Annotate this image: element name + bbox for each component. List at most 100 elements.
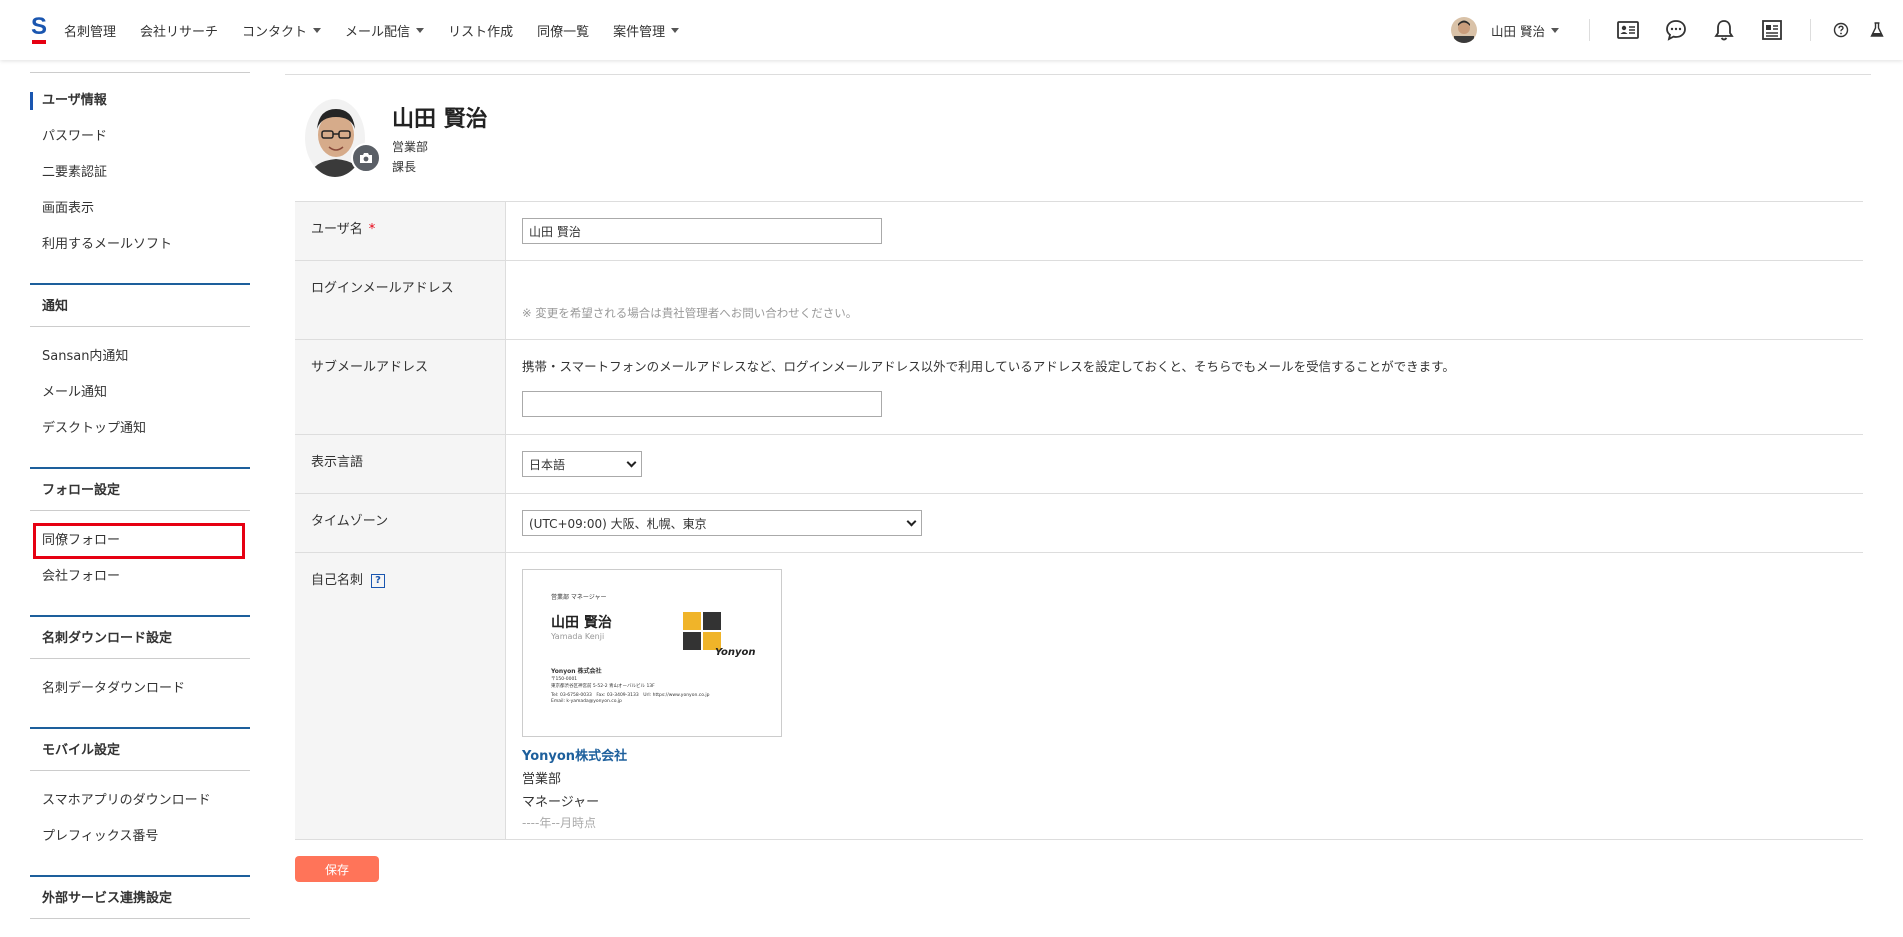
timezone-cell: (UTC+09:00) 大阪、札幌、東京 [506, 494, 1863, 552]
required-mark: * [368, 222, 376, 237]
username-input[interactable] [522, 218, 882, 244]
main-nav: 名刺管理 会社リサーチ コンタクト メール配信 リスト作成 同僚一覧 案件管理 [64, 0, 703, 60]
profile-title: 課長 [392, 160, 417, 174]
nav-label: 案件管理 [613, 24, 666, 40]
main-content: 山田 賢治 営業部 課長 ユーザ名 * ログインメールアドレス ※ 変更を希望され… [285, 74, 1871, 882]
logo-underline [32, 40, 46, 44]
card-address: 東京都渋谷区神宮前 5-52-2 青山オーバルビル 13F [551, 684, 655, 689]
chevron-down-icon [626, 457, 637, 467]
card-postal: 〒150-0001 [551, 677, 578, 682]
card-email: Email: k-yamada@yonyon.co.jp [551, 699, 622, 704]
row-username: ユーザ名 * [295, 202, 1863, 261]
caret-down-icon [1551, 27, 1559, 33]
divider [1589, 19, 1590, 41]
card-company-link[interactable]: Yonyon株式会社 [522, 745, 1847, 764]
card-title: マネージャー [522, 795, 600, 810]
sidebar-item-colleague-follow[interactable]: 同僚フォロー [33, 523, 245, 559]
top-header: S 名刺管理 会社リサーチ コンタクト メール配信 リスト作成 同僚一覧 案件管… [0, 0, 1903, 60]
news-icon[interactable] [1760, 18, 1784, 42]
own-card-cell: 営業部 マネージャー 山田 賢治 Yamada Kenji Yonyon Yon… [506, 553, 1863, 839]
nav-deals[interactable]: 案件管理 [613, 21, 680, 40]
sidebar-item-two-factor[interactable]: 二要素認証 [30, 155, 250, 191]
nav-contact[interactable]: コンタクト [242, 21, 322, 40]
nav-label: 同僚一覧 [537, 24, 590, 40]
nav-list-create[interactable]: リスト作成 [448, 21, 513, 40]
nav-company-research[interactable]: 会社リサーチ [140, 21, 218, 40]
login-email-cell: ※ 変更を希望される場合は貴社管理者へお問い合わせください。 [506, 261, 1863, 339]
username-cell [506, 202, 1863, 260]
card-date: ----年--月時点 [522, 816, 596, 830]
bell-icon[interactable] [1712, 18, 1736, 42]
sidebar-item-mail-notify[interactable]: メール通知 [30, 375, 250, 411]
card-company: Yonyon 株式会社 [551, 668, 602, 675]
sidebar-item-company-follow[interactable]: 会社フォロー [30, 559, 250, 595]
sub-email-description: 携帯・スマートフォンのメールアドレスなど、ログインメールアドレス以外で利用してい… [522, 359, 1455, 374]
user-info-form: ユーザ名 * ログインメールアドレス ※ 変更を希望される場合は貴社管理者へお問い… [295, 201, 1863, 840]
business-card-icon[interactable] [1616, 18, 1640, 42]
nav-colleagues[interactable]: 同僚一覧 [537, 21, 589, 40]
row-own-card: 自己名刺? 営業部 マネージャー 山田 賢治 Yamada Kenji Yony… [295, 553, 1863, 840]
row-login-email: ログインメールアドレス ※ 変更を希望される場合は貴社管理者へお問い合わせくださ… [295, 261, 1863, 340]
row-language: 表示言語 日本語 [295, 435, 1863, 494]
nav-label: 名刺管理 [64, 24, 117, 40]
own-card-label: 自己名刺? [295, 553, 506, 839]
card-contact: Tel: 03-6758-0033 Fax: 03-3409-3133 Url:… [551, 693, 710, 698]
card-name: 山田 賢治 [551, 615, 612, 631]
nav-label: 会社リサーチ [140, 24, 219, 40]
language-value: 日本語 [529, 457, 566, 472]
sub-email-input[interactable] [522, 391, 882, 417]
login-email-label: ログインメールアドレス [295, 261, 506, 339]
language-label: 表示言語 [295, 435, 506, 493]
sidebar-item-user-info[interactable]: ユーザ情報 [30, 83, 250, 119]
sidebar-item-password[interactable]: パスワード [30, 119, 250, 155]
sidebar-group-follow: フォロー設定 [30, 467, 250, 511]
profile-header: 山田 賢治 営業部 課長 [285, 75, 1871, 201]
nav-label: コンタクト [242, 24, 308, 40]
sidebar-group-mobile: モバイル設定 [30, 727, 250, 771]
business-card-image[interactable]: 営業部 マネージャー 山田 賢治 Yamada Kenji Yonyon Yon… [522, 569, 782, 737]
sidebar-item-app-download[interactable]: スマホアプリのダウンロード [30, 783, 250, 819]
help-icon[interactable] [1829, 18, 1853, 42]
row-timezone: タイムゾーン (UTC+09:00) 大阪、札幌、東京 [295, 494, 1863, 553]
caret-down-icon [671, 27, 680, 33]
login-email-hint: ※ 変更を希望される場合は貴社管理者へお問い合わせください。 [522, 306, 858, 320]
sidebar-item-prefix-number[interactable]: プレフィックス番号 [30, 819, 250, 855]
sidebar-item-mail-software[interactable]: 利用するメールソフト [30, 227, 250, 263]
card-logo-square [683, 612, 701, 630]
card-dept-title: 営業部 マネージャー [551, 594, 607, 601]
save-button[interactable]: 保存 [295, 856, 379, 882]
nav-meishi[interactable]: 名刺管理 [64, 21, 116, 40]
card-department: 営業部 [522, 772, 562, 787]
label-text: ユーザ名 [311, 222, 363, 237]
timezone-select[interactable]: (UTC+09:00) 大阪、札幌、東京 [522, 510, 922, 536]
chevron-down-icon [906, 516, 917, 526]
nav-mail-delivery[interactable]: メール配信 [345, 21, 425, 40]
row-sub-email: サブメールアドレス 携帯・スマートフォンのメールアドレスなど、ログインメールアド… [295, 340, 1863, 435]
sidebar-group-notifications: 通知 [30, 283, 250, 327]
sidebar-item-desktop-notify[interactable]: デスクトップ通知 [30, 411, 250, 447]
profile-department: 営業部 [392, 140, 429, 154]
sidebar-item-display[interactable]: 画面表示 [30, 191, 250, 227]
nav-label: リスト作成 [448, 24, 514, 40]
caret-down-icon [416, 27, 425, 33]
nav-label: メール配信 [345, 24, 411, 40]
sub-email-cell: 携帯・スマートフォンのメールアドレスなど、ログインメールアドレス以外で利用してい… [506, 340, 1863, 434]
sidebar-item-card-data-download[interactable]: 名刺データダウンロード [30, 671, 250, 707]
help-icon[interactable]: ? [371, 574, 386, 588]
lab-icon[interactable] [1865, 18, 1889, 42]
card-logo-square [683, 632, 701, 650]
timezone-label: タイムゾーン [295, 494, 506, 552]
user-menu[interactable]: 山田 賢治 [1451, 17, 1559, 43]
sidebar-group-external: 外部サービス連携設定 [30, 875, 250, 919]
sansan-logo[interactable]: S [30, 13, 48, 44]
label-text: 自己名刺 [311, 573, 364, 588]
camera-icon[interactable] [351, 143, 381, 173]
sidebar-item-sansan-notify[interactable]: Sansan内通知 [30, 339, 250, 375]
caret-down-icon [313, 27, 322, 33]
chat-icon[interactable] [1664, 18, 1688, 42]
header-actions: 山田 賢治 [1451, 0, 1903, 60]
language-select[interactable]: 日本語 [522, 451, 642, 477]
timezone-value: (UTC+09:00) 大阪、札幌、東京 [529, 516, 707, 531]
sidebar-group-card-download: 名刺ダウンロード設定 [30, 615, 250, 659]
logo-letter: S [30, 13, 47, 40]
